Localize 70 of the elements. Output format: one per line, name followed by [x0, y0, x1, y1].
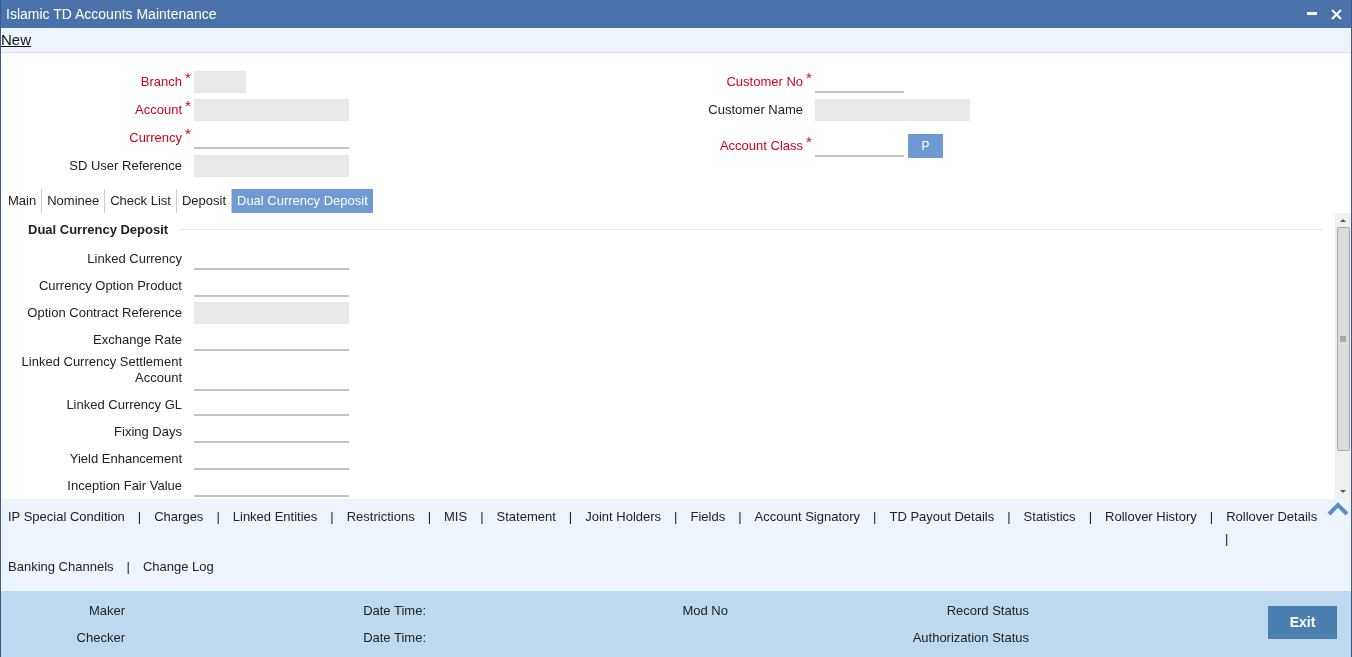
link-separator: |	[329, 508, 335, 527]
scroll-thumb[interactable]	[1336, 227, 1350, 451]
required-mark: *	[185, 70, 191, 85]
grip-icon	[1340, 336, 1346, 342]
field-label: Currency	[129, 130, 182, 146]
field-label: SD User Reference	[69, 158, 182, 174]
link-separator: |	[1087, 508, 1093, 527]
window-title: Islamic TD Accounts Maintenance	[6, 4, 217, 24]
field-label: Fixing Days	[114, 423, 182, 439]
link-separator: |	[479, 508, 485, 527]
footer-link[interactable]: Fields	[690, 507, 726, 527]
audit-label: Record Status	[945, 601, 1029, 620]
field-label: Currency Option Product	[38, 278, 182, 294]
footer-link[interactable]: Rollover Details	[1226, 507, 1318, 527]
link-separator: |	[426, 508, 433, 527]
footer-link[interactable]: MIS	[444, 507, 468, 527]
tab[interactable]: Main	[3, 189, 43, 213]
field-label: Option Contract Reference	[27, 305, 182, 321]
footer-link[interactable]: Linked Entities	[232, 507, 318, 527]
collapse-icon[interactable]	[1327, 502, 1349, 516]
audit-label: Mod No	[681, 601, 728, 620]
required-mark: *	[806, 134, 812, 149]
link-separator: |	[125, 558, 131, 577]
field-label: Inception Fair Value	[67, 477, 182, 493]
field-label: Yield Enhancement	[69, 450, 182, 466]
audit-label: Date Time:	[362, 628, 426, 647]
link-separator: |	[737, 508, 743, 527]
close-icon[interactable]	[1331, 8, 1342, 20]
section-title: Dual Currency Deposit	[27, 220, 170, 239]
footer-link[interactable]: Joint Holders	[585, 507, 662, 527]
field-label: Account Class	[719, 138, 803, 154]
link-separator: |	[567, 508, 574, 527]
link-separator: |	[1225, 530, 1229, 548]
link-separator: |	[872, 508, 878, 527]
field-label: Branch	[140, 74, 182, 90]
link-separator: |	[215, 508, 221, 527]
field-label: Exchange Rate	[93, 332, 182, 348]
footer-link[interactable]: Statement	[496, 507, 556, 527]
footer-link[interactable]: IP Special Condition	[8, 507, 125, 527]
field-label: Linked Currency Settlement Account	[21, 353, 182, 385]
footer-link[interactable]: Restrictions	[346, 507, 415, 527]
footer-link[interactable]: TD Payout Details	[889, 507, 995, 527]
footer-link[interactable]: Change Log	[142, 557, 214, 577]
tab[interactable]: Nominee	[42, 189, 106, 213]
link-separator: |	[1208, 508, 1215, 527]
link-separator: |	[673, 508, 679, 527]
exit-button[interactable]: Exit	[1268, 606, 1337, 639]
audit-label: Date Time:	[362, 601, 426, 620]
required-mark: *	[806, 70, 812, 85]
new-link[interactable]: New	[1, 28, 31, 52]
footer-link[interactable]: Rollover History	[1105, 507, 1197, 527]
required-mark: *	[185, 98, 191, 113]
link-separator: |	[1006, 508, 1012, 527]
field-label: Customer No	[726, 74, 803, 90]
audit-label: Maker	[87, 601, 125, 620]
minimize-icon[interactable]	[1307, 12, 1317, 16]
field-label: Linked Currency GL	[66, 396, 182, 412]
field-label: Account	[135, 102, 182, 118]
field-label: Linked Currency	[87, 251, 182, 267]
footer-link[interactable]: Banking Channels	[8, 557, 114, 577]
link-separator: |	[136, 508, 143, 527]
field-label: Customer Name	[708, 102, 803, 118]
required-mark: *	[185, 126, 191, 141]
audit-label: Authorization Status	[911, 628, 1029, 647]
footer-link[interactable]: Statistics	[1023, 507, 1076, 527]
audit-label: Checker	[75, 628, 125, 647]
footer-link[interactable]: Charges	[154, 507, 204, 527]
scrollbar[interactable]	[1335, 213, 1351, 499]
tab[interactable]: Check List	[105, 189, 177, 213]
footer-link[interactable]: Account Signatory	[754, 507, 861, 527]
